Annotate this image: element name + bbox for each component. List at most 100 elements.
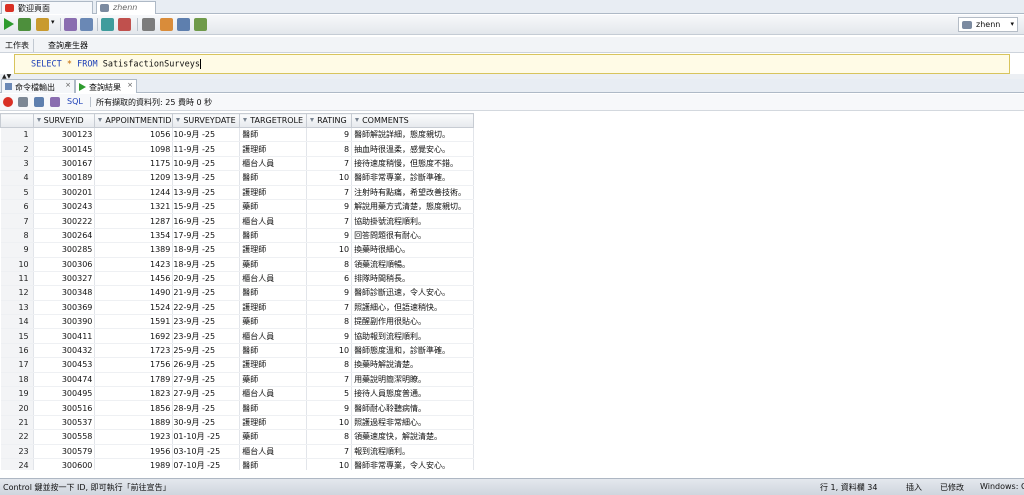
table-cell[interactable]: 1287	[94, 213, 174, 229]
run-icon[interactable]	[4, 18, 14, 30]
table-row[interactable]: 5 300201 1244 13-9月 -25 護理師 7 注射時有點痛，希望改善技術。	[0, 185, 474, 200]
table-cell[interactable]: 9	[306, 400, 353, 416]
table-cell[interactable]: 協助掛號流程順利。	[351, 213, 474, 229]
sql-tuning-icon[interactable]	[118, 18, 131, 31]
tab-worksheet[interactable]: 工作表	[1, 39, 34, 52]
table-cell[interactable]: 醫師	[239, 400, 308, 416]
table-cell[interactable]: 9	[306, 127, 353, 143]
table-cell[interactable]: 醫師診斷迅速，令人安心。	[351, 285, 474, 301]
table-cell[interactable]: 藥師	[239, 372, 308, 388]
table-cell[interactable]: 18-9月 -25	[172, 242, 241, 258]
table-cell[interactable]: 300201	[33, 185, 96, 200]
table-cell[interactable]: 醫師態度溫和，診斷準確。	[351, 343, 474, 359]
table-cell[interactable]: 300579	[33, 444, 96, 459]
table-cell[interactable]: 醫師耐心聆聽病情。	[351, 400, 474, 416]
table-cell[interactable]: 300411	[33, 328, 96, 344]
table-cell[interactable]: 6	[306, 271, 353, 287]
table-cell[interactable]: 換藥時解說清楚。	[351, 357, 474, 373]
table-row[interactable]: 15 300411 1692 23-9月 -25 櫃台人員 9 協助報到流程順利。	[0, 328, 474, 344]
table-cell[interactable]: 13-9月 -25	[172, 170, 241, 186]
print-icon[interactable]	[18, 97, 28, 107]
table-cell[interactable]: 照護過程非常細心。	[351, 415, 474, 431]
table-cell[interactable]: 300243	[33, 199, 96, 215]
tab-query-result[interactable]: 查詢結果 ×	[75, 79, 137, 93]
table-cell[interactable]: 300264	[33, 228, 96, 244]
table-cell[interactable]: 1756	[94, 357, 174, 373]
table-row[interactable]: 8 300264 1354 17-9月 -25 醫師 9 回答問題很有耐心。	[0, 228, 474, 244]
table-row[interactable]: 7 300222 1287 16-9月 -25 櫃台人員 7 協助掛號流程順利。	[0, 213, 474, 229]
connection-selector[interactable]: zhenn ▾	[958, 17, 1018, 32]
sql-editor[interactable]: SELECT * FROM SatisfactionSurveys	[14, 54, 1010, 74]
table-cell[interactable]: 10	[306, 458, 353, 470]
table-cell[interactable]: 1989	[94, 458, 174, 470]
table-cell[interactable]: 10-9月 -25	[172, 156, 241, 172]
table-cell[interactable]: 7	[306, 372, 353, 388]
table-cell[interactable]: 護理師	[239, 185, 308, 200]
table-row[interactable]: 4 300189 1209 13-9月 -25 醫師 10 醫師非常專業，診斷準確。	[0, 170, 474, 186]
table-cell[interactable]: 換藥時很細心。	[351, 242, 474, 258]
table-cell[interactable]: 300348	[33, 285, 96, 301]
table-row[interactable]: 12 300348 1490 21-9月 -25 醫師 9 醫師診斷迅速，令人安心。	[0, 285, 474, 301]
table-cell[interactable]: 27-9月 -25	[172, 386, 241, 402]
table-cell[interactable]: 03-10月 -25	[172, 444, 241, 459]
table-cell[interactable]: 7	[306, 156, 353, 172]
table-cell[interactable]: 300558	[33, 429, 96, 445]
table-cell[interactable]: 17-9月 -25	[172, 228, 241, 244]
eraser-icon[interactable]	[160, 18, 173, 31]
table-row[interactable]: 3 300167 1175 10-9月 -25 櫃台人員 7 接待速度稍慢，但態度不錯。	[0, 156, 474, 172]
table-cell[interactable]: 18-9月 -25	[172, 257, 241, 272]
table-cell[interactable]: 醫師解說詳細，態度親切。	[351, 127, 474, 143]
table-cell[interactable]: 9	[306, 228, 353, 244]
table-cell[interactable]: 300167	[33, 156, 96, 172]
table-cell[interactable]: 照護細心，但語速稍快。	[351, 300, 474, 316]
table-row[interactable]: 16 300432 1723 25-9月 -25 醫師 10 醫師態度溫和，診斷準確。	[0, 343, 474, 359]
table-cell[interactable]: 櫃台人員	[239, 213, 308, 229]
table-cell[interactable]: 9	[306, 199, 353, 215]
close-icon[interactable]: ×	[127, 81, 133, 89]
table-cell[interactable]: 1856	[94, 400, 174, 416]
table-cell[interactable]: 1321	[94, 199, 174, 215]
table-cell[interactable]: 護理師	[239, 141, 308, 157]
table-row[interactable]: 19 300495 1823 27-9月 -25 櫃台人員 5 接待人員態度普通。	[0, 386, 474, 402]
table-cell[interactable]: 13-9月 -25	[172, 185, 241, 200]
table-cell[interactable]: 1956	[94, 444, 174, 459]
table-row[interactable]: 21 300537 1889 30-9月 -25 護理師 10 照護過程非常細心。	[0, 415, 474, 431]
unshared-sql-icon[interactable]	[194, 18, 207, 31]
table-row[interactable]: 10 300306 1423 18-9月 -25 藥師 8 領藥流程順暢。	[0, 257, 474, 272]
table-cell[interactable]: 300123	[33, 127, 96, 143]
table-row[interactable]: 17 300453 1756 26-9月 -25 護理師 8 換藥時解說清楚。	[0, 357, 474, 373]
table-cell[interactable]: 提醒副作用很貼心。	[351, 314, 474, 330]
table-cell[interactable]: 1423	[94, 257, 174, 272]
table-cell[interactable]: 7	[306, 444, 353, 459]
table-cell[interactable]: 300432	[33, 343, 96, 359]
table-cell[interactable]: 接待速度稍慢，但態度不錯。	[351, 156, 474, 172]
column-header-surveyid[interactable]: SURVEYID	[32, 113, 96, 128]
table-cell[interactable]: 1056	[94, 127, 174, 143]
table-cell[interactable]: 30-9月 -25	[172, 415, 241, 431]
table-row[interactable]: 24 300600 1989 07-10月 -25 醫師 10 醫師非常專業，令人安心。	[0, 458, 474, 470]
tab-worksheet-zhenn[interactable]: zhenn	[96, 1, 156, 14]
table-cell[interactable]: 醫師	[239, 170, 308, 186]
table-cell[interactable]: 報到流程順利。	[351, 444, 474, 459]
tab-script-output[interactable]: 命令檔輸出 ×	[1, 79, 75, 93]
table-cell[interactable]: 300189	[33, 170, 96, 186]
table-cell[interactable]: 1175	[94, 156, 174, 172]
tab-welcome[interactable]: 歡迎頁面	[1, 1, 93, 14]
table-cell[interactable]: 07-10月 -25	[172, 458, 241, 470]
table-cell[interactable]: 8	[306, 257, 353, 272]
table-cell[interactable]: 10	[306, 170, 353, 186]
table-cell[interactable]: 1789	[94, 372, 174, 388]
table-cell[interactable]: 23-9月 -25	[172, 328, 241, 344]
table-cell[interactable]: 醫師	[239, 127, 308, 143]
table-row[interactable]: 20 300516 1856 28-9月 -25 醫師 9 醫師耐心聆聽病情。	[0, 400, 474, 416]
table-cell[interactable]: 1098	[94, 141, 174, 157]
table-cell[interactable]: 藥師	[239, 429, 308, 445]
table-cell[interactable]: 1490	[94, 285, 174, 301]
table-cell[interactable]: 1723	[94, 343, 174, 359]
table-cell[interactable]: 8	[306, 141, 353, 157]
tab-query-builder[interactable]: 查詢產生器	[44, 39, 92, 52]
table-cell[interactable]: 300369	[33, 300, 96, 316]
table-cell[interactable]: 8	[306, 357, 353, 373]
column-header-rating[interactable]: RATING	[306, 113, 353, 128]
sql-button[interactable]: SQL	[67, 97, 83, 106]
